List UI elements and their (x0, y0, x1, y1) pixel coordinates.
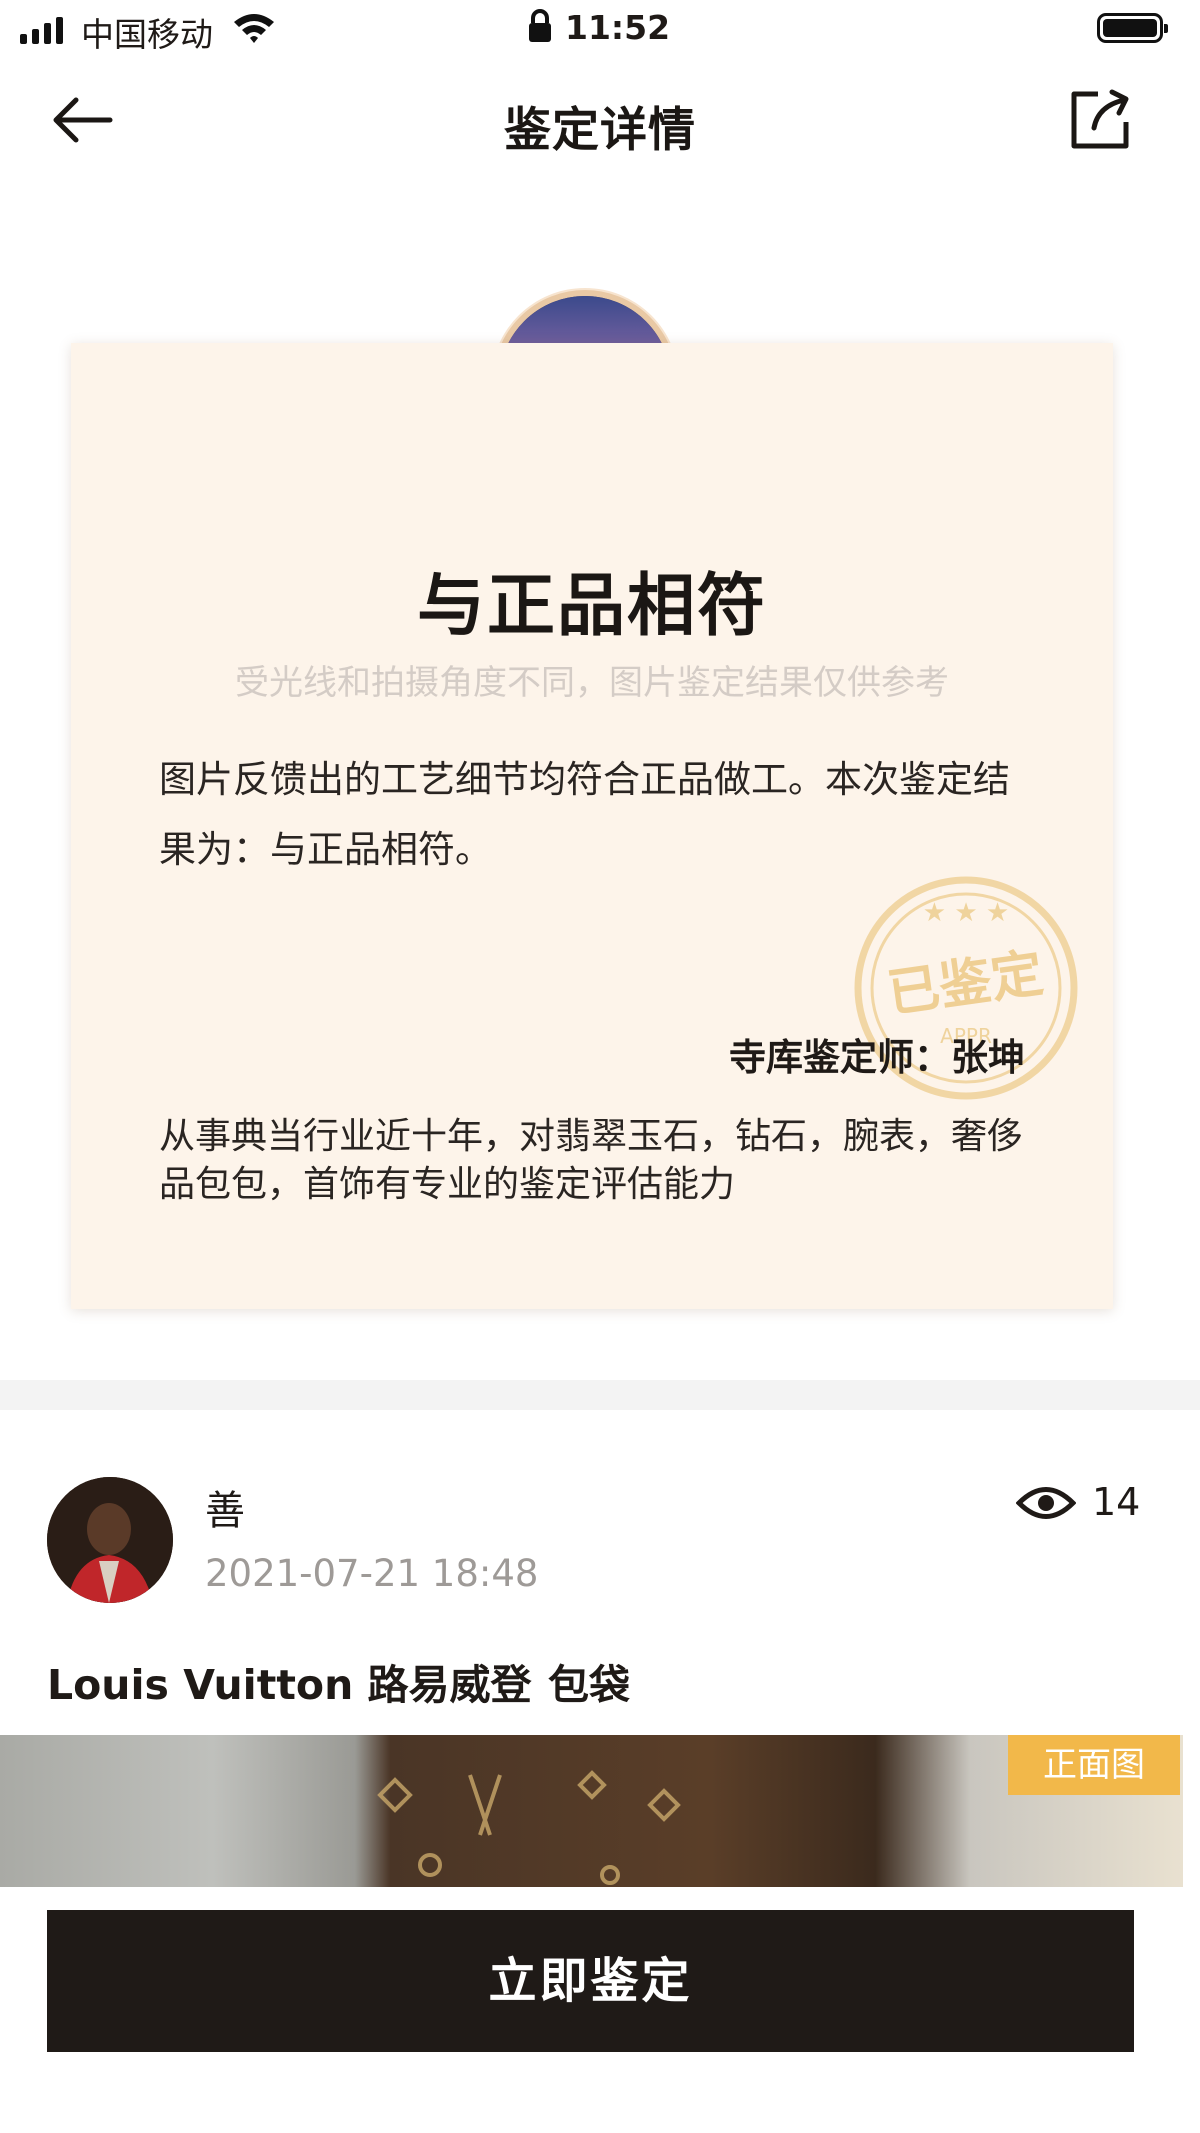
post-username: 善 (205, 1488, 245, 1534)
photo-label-front: 正面图 (1008, 1735, 1180, 1795)
share-icon[interactable] (1068, 86, 1134, 152)
navigation-bar: 鉴定详情 (0, 60, 1200, 180)
monogram-bag-image (377, 1770, 681, 1885)
appraise-now-button[interactable]: 立即鉴定 (47, 1910, 1134, 2052)
stamp-text: 已鉴定 (884, 943, 1047, 1024)
wifi-icon (234, 14, 274, 43)
certificate-card: 与正品相符 受光线和拍摄角度不同，图片鉴定结果仅供参考 图片反馈出的工艺细节均符… (71, 343, 1113, 1309)
disclaimer-text: 受光线和拍摄角度不同，图片鉴定结果仅供参考 (235, 663, 949, 703)
product-category: 包袋 (548, 1661, 630, 1709)
carrier-name: 中国移动 (81, 15, 213, 54)
appraisal-result: 与正品相符 (416, 567, 767, 646)
product-photo[interactable] (0, 1735, 1183, 1887)
cellular-signal-icon (20, 16, 63, 44)
lock-icon (529, 9, 551, 42)
user-avatar[interactable] (47, 1477, 173, 1603)
eye-icon (1016, 1487, 1076, 1519)
product-brand: Louis Vuitton 路易威登 (47, 1661, 532, 1709)
user-photo (47, 1477, 173, 1603)
post-timestamp: 2021-07-21 18:48 (205, 1552, 539, 1595)
section-divider (0, 1380, 1200, 1410)
appraisal-description: 图片反馈出的工艺细节均符合正品做工。本次鉴定结果为：与正品相符。 (159, 758, 1010, 871)
appraiser-bio: 从事典当行业近十年，对翡翠玉石，钻石，腕表，奢侈品包包，首饰有专业的鉴定评估能力 (159, 1116, 1024, 1205)
status-bar: 中国移动 11:52 (0, 0, 1200, 58)
svg-text:★ ★ ★: ★ ★ ★ (923, 898, 1009, 928)
appraiser-name: 寺库鉴定师：张坤 (729, 1036, 1025, 1079)
view-count: 14 (1092, 1480, 1141, 1524)
page-title: 鉴定详情 (504, 103, 696, 158)
clock: 11:52 (565, 8, 671, 47)
battery-icon (1097, 13, 1168, 43)
